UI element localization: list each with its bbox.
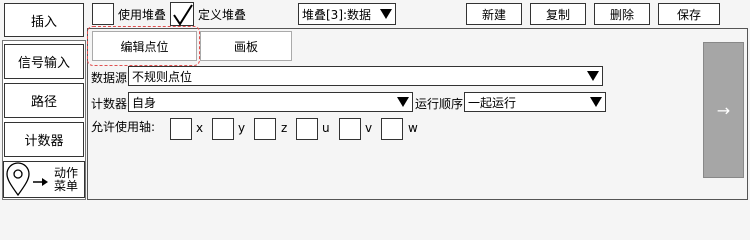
- data-source-label: 数据源: [91, 71, 128, 85]
- use-stack-label: 使用堆叠: [118, 8, 167, 22]
- axis-x-checkbox[interactable]: [170, 118, 192, 140]
- tab-canvas[interactable]: 画板: [200, 31, 292, 61]
- path-button[interactable]: 路径: [4, 83, 84, 118]
- stack-select-value: 堆叠[3]:数据: [302, 7, 372, 22]
- axis-y-checkbox[interactable]: [212, 118, 234, 140]
- delete-button[interactable]: 删除: [594, 3, 650, 25]
- chevron-down-icon: [397, 97, 409, 107]
- run-order-label: 运行顺序: [415, 97, 464, 111]
- axis-z-checkbox[interactable]: [254, 118, 276, 140]
- axis-x-label: x: [196, 121, 204, 135]
- axis-u-checkbox[interactable]: [296, 118, 318, 140]
- signal-input-button[interactable]: 信号输入: [4, 44, 84, 79]
- axis-y-label: y: [238, 121, 246, 135]
- stack-select[interactable]: 堆叠[3]:数据: [298, 3, 396, 25]
- next-button[interactable]: →: [703, 42, 744, 178]
- axis-v-checkbox[interactable]: [339, 118, 361, 140]
- data-source-value: 不规则点位: [132, 69, 193, 84]
- chevron-down-icon: [380, 9, 392, 19]
- save-button[interactable]: 保存: [658, 3, 720, 25]
- checkmark-icon: [173, 4, 193, 26]
- allowed-axes-label: 允许使用轴:: [91, 120, 156, 134]
- data-source-select[interactable]: 不规则点位: [128, 66, 603, 86]
- counter-value: 自身: [132, 95, 157, 110]
- define-stack-label: 定义堆叠: [198, 8, 247, 22]
- action-menu-label: 动作 菜单: [54, 165, 79, 193]
- copy-button[interactable]: 复制: [530, 3, 586, 25]
- axis-w-label: w: [408, 121, 418, 135]
- axis-w-checkbox[interactable]: [381, 118, 403, 140]
- action-menu-button[interactable]: 动作 菜单: [3, 161, 85, 198]
- counter-label: 计数器: [91, 97, 128, 111]
- axis-v-label: v: [365, 121, 373, 135]
- new-button[interactable]: 新建: [466, 3, 522, 25]
- arrow-right-icon: →: [716, 100, 731, 120]
- axis-z-label: z: [281, 121, 288, 135]
- insert-button[interactable]: 插入: [4, 3, 84, 37]
- counter-select[interactable]: 自身: [128, 92, 413, 112]
- location-pin-icon: [6, 161, 48, 196]
- axis-u-label: u: [322, 121, 330, 135]
- chevron-down-icon: [590, 97, 602, 107]
- tab-edit-points[interactable]: 编辑点位: [92, 31, 197, 61]
- counter-button[interactable]: 计数器: [4, 122, 84, 157]
- use-stack-checkbox[interactable]: [92, 3, 114, 25]
- run-order-value: 一起运行: [468, 95, 517, 110]
- run-order-select[interactable]: 一起运行: [464, 92, 606, 112]
- define-stack-checkbox[interactable]: [170, 2, 194, 26]
- chevron-down-icon: [587, 71, 599, 81]
